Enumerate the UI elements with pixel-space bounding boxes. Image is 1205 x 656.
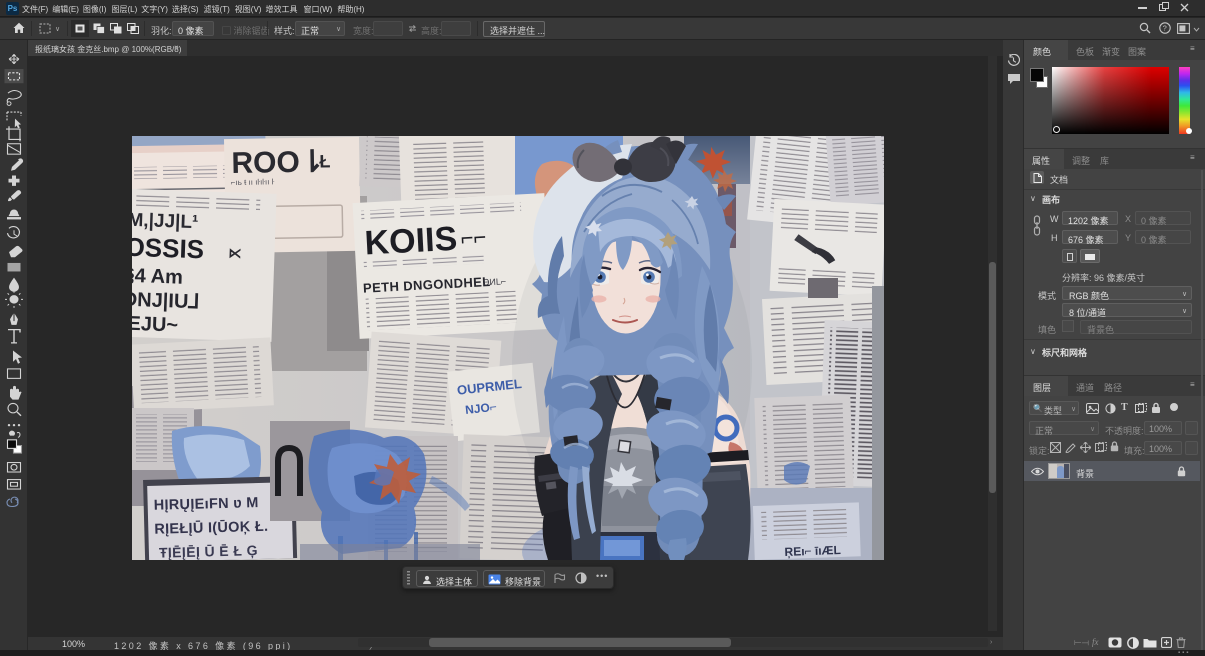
svg-text:ЭИL⌐: ЭИL⌐: [483, 276, 507, 287]
svg-text:⌐⌐: ⌐⌐: [460, 224, 487, 250]
svg-text:KOIIS: KOIIS: [364, 220, 458, 263]
svg-text:ŦĮĒĮĒĮ Ū Ē Ł Ģ: ŦĮĒĮĒĮ Ū Ē Ł Ģ: [159, 542, 258, 560]
svg-text:RĮEŁĮŪ I(ŪOĶ Ł.: RĮEŁĮŪ I(ŪOĶ Ł.: [154, 518, 268, 538]
svg-text:§4 Am: §4 Am: [132, 265, 183, 289]
svg-text:ROO⇂: ROO⇂: [231, 145, 325, 180]
svg-text:⋉: ⋉: [228, 245, 242, 260]
svg-text:ŖEı⌐ īıÆL: ŖEı⌐ īıÆL: [784, 543, 841, 559]
svg-text:M,|JJ|L¹: M,|JJ|L¹: [132, 210, 199, 233]
svg-text:?: ?: [1163, 24, 1167, 33]
svg-text:HĮRŲĮEıFN ʋ M: HĮRŲĮEıFN ʋ M: [153, 495, 258, 514]
svg-text:OSSIS: OSSIS: [132, 232, 205, 265]
svg-text:DNJ|IU⅃: DNJ|IU⅃: [132, 289, 200, 314]
svg-text:IEJU~: IEJU~: [132, 313, 178, 337]
svg-text:⌐ıь ŧ ıı ıŀıŀıı ŀ: ⌐ıь ŧ ıı ıŀıŀıı ŀ: [231, 177, 275, 187]
svg-text:Ł: Ł: [319, 151, 330, 171]
